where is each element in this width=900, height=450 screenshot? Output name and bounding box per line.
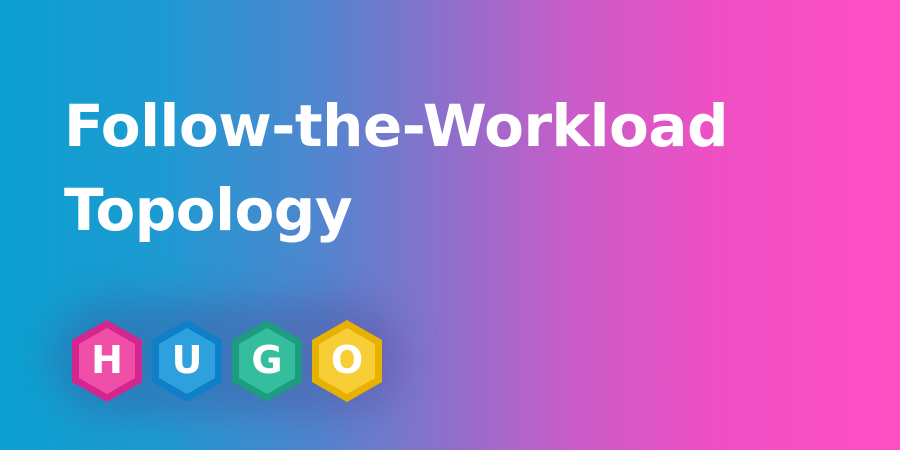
- banner-title: Follow-the-Workload Topology: [64, 84, 844, 252]
- hugo-logo-g-letter: G: [251, 338, 282, 382]
- hugo-logo-u-letter: U: [172, 338, 203, 382]
- title-line-2: Topology: [64, 176, 353, 244]
- hugo-logo-h-letter: H: [91, 338, 123, 382]
- hugo-banner: Follow-the-Workload Topology H U G O: [0, 0, 900, 450]
- hugo-logo-o-hexagon: O: [312, 320, 382, 402]
- title-line-1: Follow-the-Workload: [64, 92, 729, 160]
- hugo-logo-o-letter: O: [331, 338, 363, 382]
- hugo-logo-h-hexagon: H: [72, 320, 142, 402]
- hugo-logo: H U G O: [68, 318, 388, 404]
- hugo-logo-g-hexagon: G: [232, 320, 302, 402]
- hugo-logo-u-hexagon: U: [152, 320, 222, 402]
